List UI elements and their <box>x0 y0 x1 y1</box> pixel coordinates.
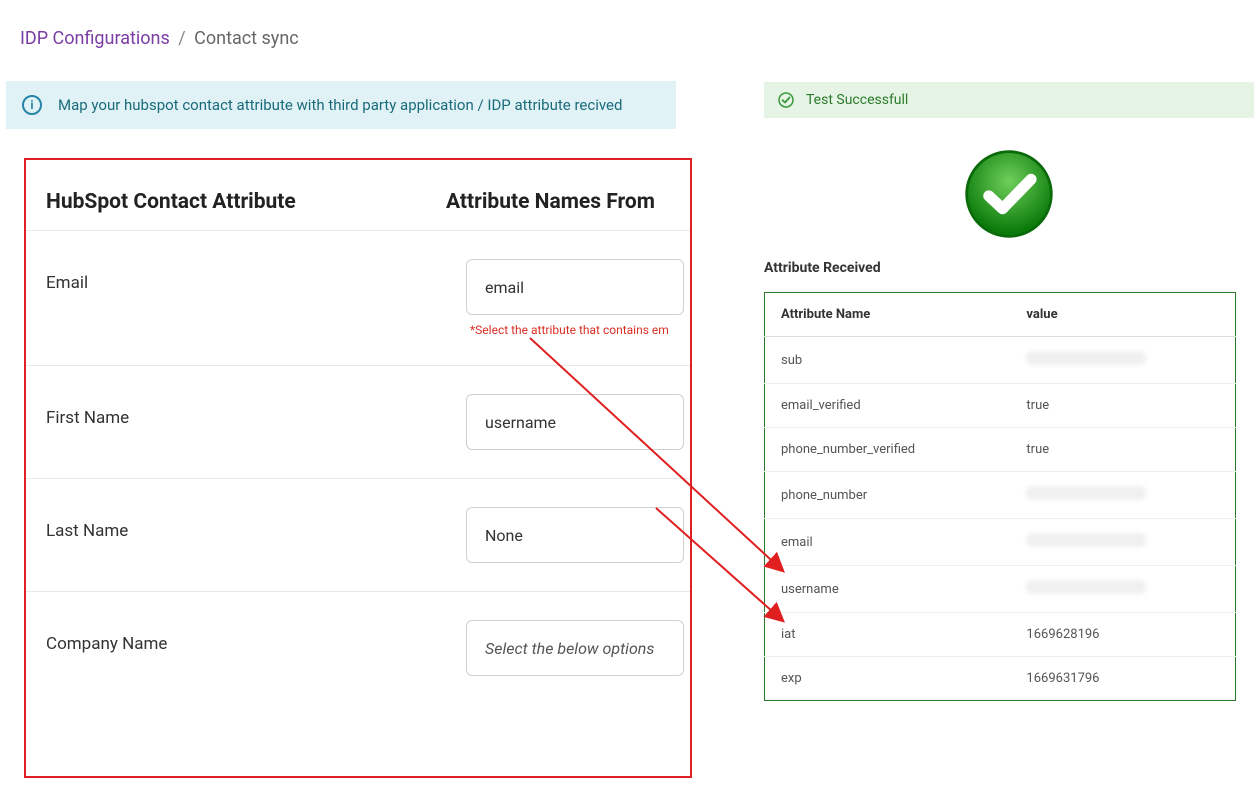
test-result-panel: Test Successfull Attribute Received Attr… <box>764 82 1254 701</box>
table-row: sub <box>765 337 1236 384</box>
info-icon: i <box>22 95 42 115</box>
mapping-row-firstname: First Name username <box>26 366 690 479</box>
breadcrumb-sep: / <box>178 28 185 49</box>
mapping-panel: HubSpot Contact Attribute Attribute Name… <box>24 158 692 778</box>
attr-value-cell <box>1010 566 1235 613</box>
mapping-label-company: Company Name <box>46 620 466 654</box>
breadcrumb-parent-link[interactable]: IDP Configurations <box>20 28 170 49</box>
mapping-row-company: Company Name Select the below options <box>26 592 690 704</box>
info-banner: i Map your hubspot contact attribute wit… <box>6 81 676 129</box>
check-icon <box>778 92 794 108</box>
email-attribute-select[interactable]: email <box>466 259 684 315</box>
attr-name-cell: exp <box>765 657 1011 701</box>
attr-name-cell: username <box>765 566 1011 613</box>
attr-value-cell: true <box>1010 384 1235 428</box>
table-row: exp1669631796 <box>765 657 1236 701</box>
table-row: iat1669628196 <box>765 613 1236 657</box>
attr-value-cell <box>1010 337 1235 384</box>
mapping-label-email: Email <box>46 259 466 293</box>
attr-name-cell: phone_number_verified <box>765 428 1011 472</box>
blurred-value <box>1026 533 1146 547</box>
breadcrumb: IDP Configurations / Contact sync <box>0 0 1259 69</box>
firstname-attribute-select[interactable]: username <box>466 394 684 450</box>
attr-table-header-value: value <box>1010 293 1235 337</box>
company-attribute-select[interactable]: Select the below options <box>466 620 684 676</box>
mapping-row-lastname: Last Name None <box>26 479 690 592</box>
test-success-label: Test Successfull <box>806 92 908 108</box>
attr-name-cell: email <box>765 519 1011 566</box>
attr-name-cell: email_verified <box>765 384 1011 428</box>
attr-name-cell: phone_number <box>765 472 1011 519</box>
info-banner-text: Map your hubspot contact attribute with … <box>58 96 622 114</box>
attr-value-cell: 1669628196 <box>1010 613 1235 657</box>
attr-table-header-name: Attribute Name <box>765 293 1011 337</box>
mapping-header-col2: Attribute Names From <box>446 190 655 214</box>
breadcrumb-current: Contact sync <box>194 28 299 49</box>
mapping-header-col1: HubSpot Contact Attribute <box>46 190 446 214</box>
attr-value-cell <box>1010 472 1235 519</box>
attr-value-cell <box>1010 519 1235 566</box>
checkmark-big-icon <box>764 118 1254 260</box>
mapping-label-lastname: Last Name <box>46 507 466 541</box>
attr-value-cell: true <box>1010 428 1235 472</box>
blurred-value <box>1026 580 1146 594</box>
table-row: email_verifiedtrue <box>765 384 1236 428</box>
mapping-table-header: HubSpot Contact Attribute Attribute Name… <box>26 160 690 231</box>
attr-value-cell: 1669631796 <box>1010 657 1235 701</box>
test-success-banner: Test Successfull <box>764 82 1254 118</box>
blurred-value <box>1026 486 1146 500</box>
email-helper-text: *Select the attribute that contains em <box>466 323 684 337</box>
lastname-attribute-select[interactable]: None <box>466 507 684 563</box>
attribute-table: Attribute Name value subemail_verifiedtr… <box>764 292 1236 701</box>
table-row: phone_number_verifiedtrue <box>765 428 1236 472</box>
table-row: email <box>765 519 1236 566</box>
mapping-label-firstname: First Name <box>46 394 466 428</box>
table-row: phone_number <box>765 472 1236 519</box>
attr-name-cell: iat <box>765 613 1011 657</box>
attribute-received-title: Attribute Received <box>764 260 1254 276</box>
blurred-value <box>1026 351 1146 365</box>
attr-name-cell: sub <box>765 337 1011 384</box>
mapping-row-email: Email email *Select the attribute that c… <box>26 231 690 366</box>
table-row: username <box>765 566 1236 613</box>
